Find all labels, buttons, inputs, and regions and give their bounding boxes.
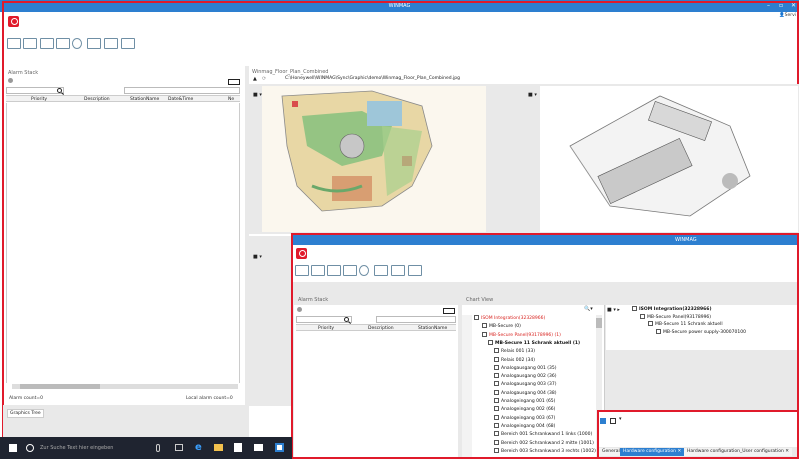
column-date-time[interactable]: Date&Time [168,97,193,102]
mute-icon[interactable] [87,38,101,49]
up-icon[interactable]: ▲ [253,76,257,82]
edge-icon[interactable]: e [195,442,202,453]
floor-plan-menu-icon[interactable]: ■ ▾ [253,92,262,98]
user-icon[interactable] [72,38,82,49]
floor-plan-menu-icon-2[interactable]: ■ ▾ [528,92,537,98]
settings-icon[interactable] [8,78,13,83]
column-station-name[interactable]: StationName [130,97,159,102]
taskbar: Zur Suche Text hier eingeben e [0,437,292,459]
floor-plan-title: Winmag_Floor_Plan_Combined [252,69,329,75]
back-icon[interactable] [7,38,21,49]
local-alarm-count: Local alarm count=0 [186,396,233,401]
alarm-stack-title: Alarm Stack [8,70,39,76]
forward-icon[interactable] [23,38,37,49]
grid-icon[interactable] [56,38,70,49]
floor-plan-image-right[interactable] [540,86,798,232]
mail-icon[interactable] [254,444,263,451]
floor-plan-path: C:\Honeywell\WINMAG\Sync\Graphic\demo\Wi… [285,76,460,81]
task-view-icon[interactable] [175,444,183,451]
horizontal-scrollbar[interactable] [12,384,238,389]
alarm-grid-header: Priority Description StationName Date&Ti… [6,95,240,102]
refresh-icon[interactable]: ⟳ [262,76,266,82]
store-icon[interactable] [234,443,242,452]
winmag-taskbar-icon[interactable] [275,443,284,452]
highlight-inner [291,233,799,459]
column-priority[interactable]: Priority [31,97,47,102]
alarm-count: Alarm count=0 [9,396,44,401]
scrollbar-thumb[interactable] [20,384,100,389]
mic-icon[interactable] [156,444,160,452]
print-preview-icon[interactable] [121,38,135,49]
floor-plan-image-left[interactable] [262,86,486,232]
alarm-filter-input[interactable] [124,87,240,94]
graphics-tree-tab[interactable]: Graphics Tree [7,409,44,418]
floor-plan-lower-area [249,236,291,406]
alarm-search-input[interactable] [6,87,64,94]
image-icon[interactable] [40,38,54,49]
column-next[interactable]: Ne [228,97,234,102]
taskbar-search[interactable]: Zur Suche Text hier eingeben [40,445,113,451]
cortana-icon[interactable] [26,444,34,452]
layout-toggle-icon[interactable] [228,79,240,85]
print-icon[interactable] [104,38,118,49]
folder-icon[interactable] [214,444,223,451]
alarm-grid-body [6,103,240,383]
start-icon[interactable] [9,444,17,452]
column-description[interactable]: Description [84,97,110,102]
search-icon[interactable] [57,88,62,93]
app-logo [8,16,19,27]
floor-plan-menu-icon-3[interactable]: ■ ▾ [253,254,262,260]
